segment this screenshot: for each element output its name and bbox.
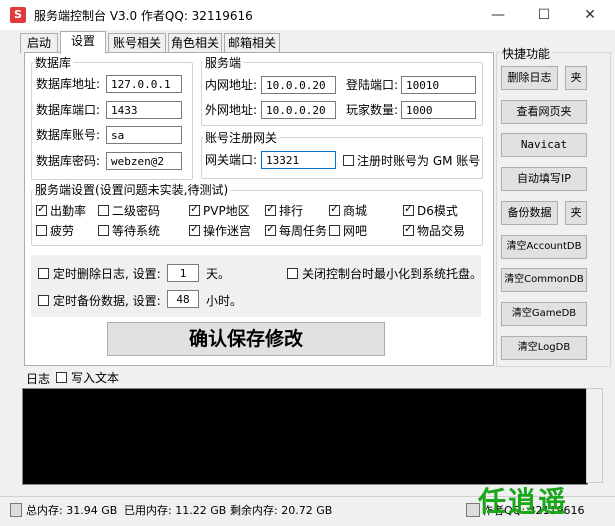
pvp-area-label: PVP地区	[203, 204, 250, 218]
auto-fill-ip-button[interactable]: 自动填写IP	[501, 167, 587, 191]
intranet-label: 内网地址:	[205, 78, 258, 92]
ranking-label: 排行	[279, 204, 304, 218]
shop-checkbox[interactable]	[329, 202, 340, 216]
delete-log-label: 定时删除日志, 设置:	[53, 267, 161, 281]
login-port-label: 登陆端口:	[346, 78, 399, 92]
gateway-port-input[interactable]: 13321	[261, 151, 336, 169]
navicat-button[interactable]: Navicat	[501, 133, 587, 157]
close-button[interactable]: ✕	[567, 0, 613, 30]
free-memory: 剩余内存: 20.72 GB	[230, 504, 333, 517]
attendance-label: 出勤率	[50, 204, 87, 218]
netcafe-checkbox[interactable]	[329, 225, 340, 236]
intranet-input[interactable]: 10.0.0.20	[261, 76, 336, 94]
app-icon: S	[10, 7, 26, 23]
player-count-label: 玩家数量:	[346, 103, 399, 117]
database-group-title: 数据库	[33, 56, 74, 70]
maximize-button[interactable]: ☐	[521, 0, 567, 30]
total-memory: 总内存: 31.94 GB	[26, 504, 118, 517]
db-port-label: 数据库端口:	[36, 103, 101, 117]
ranking-checkbox[interactable]	[265, 202, 276, 216]
quick-functions-title: 快捷功能	[500, 45, 553, 62]
log-label: 日志	[26, 372, 51, 386]
backup-data-button[interactable]: 备份数据	[501, 201, 558, 225]
view-web-folder-button[interactable]: 查看网页夹	[501, 100, 587, 124]
item-trade-label: 物品交易	[417, 224, 466, 238]
backup-label: 定时备份数据, 设置:	[53, 294, 161, 308]
weekly-task-label: 每周任务	[279, 224, 328, 238]
gm-account-checkbox[interactable]	[343, 155, 354, 166]
db-account-label: 数据库账号:	[36, 128, 101, 142]
pvp-area-checkbox[interactable]	[189, 202, 200, 216]
log-output[interactable]	[22, 388, 588, 485]
tab-start[interactable]: 启动	[20, 33, 58, 53]
db-address-label: 数据库地址:	[36, 77, 101, 91]
clear-accountdb-button[interactable]: 清空AccountDB	[501, 235, 587, 259]
tab-settings[interactable]: 设置	[60, 31, 106, 54]
window-title: 服务端控制台 V3.0 作者QQ: 32119616	[34, 9, 253, 23]
extranet-input[interactable]: 10.0.0.20	[261, 101, 336, 119]
weekly-task-checkbox[interactable]	[265, 222, 276, 236]
server-settings-group	[31, 190, 483, 246]
extranet-label: 外网地址:	[205, 103, 258, 117]
minimize-button[interactable]: —	[475, 0, 521, 30]
db-account-input[interactable]: sa	[106, 126, 182, 144]
second-password-checkbox[interactable]	[98, 205, 109, 216]
save-settings-button[interactable]: 确认保存修改	[107, 322, 385, 356]
server-group-title: 服务端	[203, 56, 244, 70]
gateway-port-label: 网关端口:	[205, 153, 258, 167]
open-backup-folder-button[interactable]: 夹	[565, 201, 587, 225]
backup-unit: 小时。	[206, 294, 243, 308]
delete-log-days-input[interactable]: 1	[167, 264, 199, 282]
fatigue-checkbox[interactable]	[36, 225, 47, 236]
tab-account[interactable]: 账号相关	[108, 33, 166, 53]
used-memory: 已用内存: 11.22 GB	[124, 504, 227, 517]
maze-label: 操作迷宫	[203, 224, 252, 238]
second-password-label: 二级密码	[112, 204, 161, 218]
clear-logdb-button[interactable]: 清空LogDB	[501, 336, 587, 360]
tab-mailbox[interactable]: 邮箱相关	[224, 33, 280, 53]
player-count-input[interactable]: 1000	[401, 101, 476, 119]
d6-mode-label: D6模式	[417, 204, 458, 218]
d6-mode-checkbox[interactable]	[403, 202, 414, 216]
gm-account-label: 注册时账号为 GM 账号	[357, 154, 481, 168]
delete-log-unit: 天。	[206, 267, 231, 281]
registration-group-title: 账号注册网关	[203, 131, 280, 145]
delete-log-button[interactable]: 删除日志	[501, 66, 558, 90]
netcafe-label: 网吧	[343, 224, 368, 238]
minimize-tray-label: 关闭控制台时最小化到系统托盘。	[302, 267, 483, 281]
wait-system-checkbox[interactable]	[98, 225, 109, 236]
minimize-tray-checkbox[interactable]	[287, 268, 298, 279]
item-trade-checkbox[interactable]	[403, 222, 414, 236]
log-scrollbar[interactable]	[586, 388, 603, 483]
write-text-checkbox[interactable]	[56, 372, 67, 383]
memory-icon	[10, 503, 22, 517]
open-log-folder-button[interactable]: 夹	[565, 66, 587, 90]
db-password-label: 数据库密码:	[36, 154, 101, 168]
shop-label: 商城	[343, 204, 368, 218]
db-address-input[interactable]: 127.0.0.1	[106, 75, 182, 93]
fatigue-label: 疲劳	[50, 224, 75, 238]
login-port-input[interactable]: 10010	[401, 76, 476, 94]
tab-role[interactable]: 角色相关	[168, 33, 222, 53]
watermark: 任逍遥	[478, 485, 569, 518]
backup-hours-input[interactable]: 48	[167, 290, 199, 308]
clear-commondb-button[interactable]: 清空CommonDB	[501, 268, 587, 292]
backup-checkbox[interactable]	[38, 295, 49, 306]
db-port-input[interactable]: 1433	[106, 101, 182, 119]
clear-gamedb-button[interactable]: 清空GameDB	[501, 302, 587, 326]
write-text-label: 写入文本	[71, 371, 120, 385]
attendance-checkbox[interactable]	[36, 202, 47, 216]
delete-log-checkbox[interactable]	[38, 268, 49, 279]
db-password-input[interactable]: webzen@2	[106, 152, 182, 170]
wait-system-label: 等待系统	[112, 224, 161, 238]
maze-checkbox[interactable]	[189, 222, 200, 236]
server-settings-title: 服务端设置(设置问题未实装,待测试)	[33, 183, 231, 197]
